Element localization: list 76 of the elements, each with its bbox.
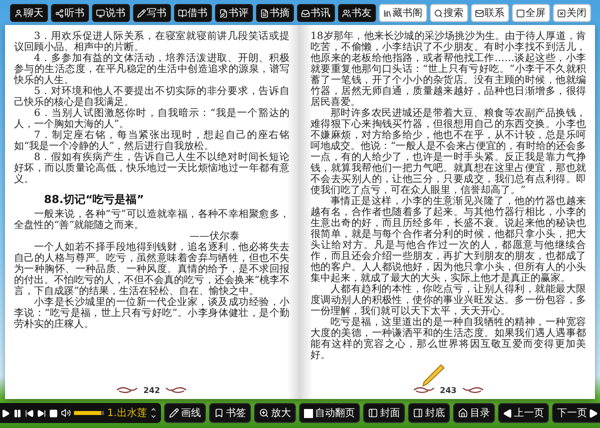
toolbar-button[interactable]: 书友 [338, 4, 376, 22]
page-number: 242 [143, 386, 160, 394]
toolbar-button[interactable]: 封面 [362, 403, 405, 423]
paragraph: 3．用欢乐促进人际关系，在寝室就寝前讲几段笑话或提议回顾小品、相声中的片断。 [14, 31, 290, 53]
square-icon [516, 8, 524, 18]
toolbar-button[interactable]: 书讯 [296, 4, 334, 22]
quote-attribution: ——伏尔泰 [188, 231, 240, 242]
document-icon [260, 8, 268, 18]
ornament-icon [165, 386, 188, 394]
file-pen-icon [218, 8, 228, 18]
volume-icon[interactable] [61, 408, 72, 418]
close-icon [556, 8, 566, 18]
book-icon [178, 8, 186, 18]
toolbar-button[interactable]: 藏书阁 [378, 4, 426, 22]
play-icon[interactable] [1, 408, 10, 418]
toolbar-button[interactable]: 封底 [408, 403, 450, 423]
pencil-cursor-icon [421, 363, 445, 387]
toolbar-button[interactable]: 书签 [208, 403, 251, 423]
ornament-icon [116, 386, 138, 394]
panel-right-icon [412, 408, 423, 418]
volume-slider[interactable] [74, 411, 104, 415]
skip-forward-icon[interactable] [37, 408, 46, 418]
toolbar-button[interactable]: 说书 [92, 4, 130, 22]
stop-icon[interactable] [49, 408, 58, 418]
ornament-icon [412, 386, 435, 394]
ornament-icon [462, 386, 484, 394]
left-triangle-icon [502, 408, 512, 418]
paragraph: 小李是长沙城里的一位新一代企业家，谈及成功经验，小李说：“吃亏是福，世上只有亏好吃”。小李身体健壮，是个勤劳朴实的庄稼人。 [14, 297, 290, 330]
monitor-icon [96, 8, 104, 18]
toolbar-button[interactable]: 听书 [50, 4, 88, 22]
paragraph: 8．假如有疾病产生，告诉自己人生不以绝对时间长短论好坏，而以质量论高低，快乐地过一天比烦恼地过一年都有意义。 [14, 152, 290, 185]
paragraph: 4．多参加有益的文体活动，培养活泼进取、开朗、积极参与的生活态度，在平凡稳定的生活中创造追求的源泉，谱写快乐的人生。 [14, 53, 290, 86]
mail-icon [474, 8, 484, 18]
home-icon [458, 408, 468, 418]
paragraph: 事情正是这样，小李的生意渐见兴隆了，他的竹器也越来越有名，合作者也随着多了起来。与其他竹器行相比，小李的生意出奇的好，而且历经多年，长盛不衰。说起来他的秘诀也很简单，就是与每个合作者分利的时候，他都只拿小头，把大头让给对方。凡是与他合作过一次的人，都愿意与他继续合作，而且还会介绍一些朋友，再扩大到朋友的朋友，也都成了他的客户。人人都说他好，因为他只拿小头，但所有人的小头集中起来，就成了最大的大头，实际上他才是真正的赢家。 [310, 196, 586, 284]
search-icon [434, 8, 442, 18]
library-icon [382, 8, 392, 18]
people-icon [342, 8, 350, 18]
toolbar-button[interactable]: 写书 [132, 4, 170, 22]
pause-icon[interactable] [13, 408, 22, 418]
paragraph: 那时许多农民进城还是带着大豆、粮食等农副产品换钱，难得狠下心来掏钱买竹器，但很想用自己的东西交换。小李也不嫌麻烦，对方给多给少，他也不在乎，从不计较，总是乐呵呵地成交。他说：“一般人是不会来占便宜的，有时给的还会多一点，有的人给少了，也许是一时手头紧。反正我是靠力气挣钱，就算我帮他们一把力气吧。就真想在这里占便宜，那也就不会去买别人的，让他三分，只要成交，我们总有点利得。即使我们吃了点亏，可在众人眼里，信誉却高了。” [310, 108, 586, 196]
tray-icon [300, 8, 310, 18]
toolbar-button[interactable]: 书评 [214, 4, 252, 22]
toolbar-button[interactable]: 聊天 [10, 4, 48, 22]
paragraph: 18岁那年，他来长沙城的采沙场挑沙为生。由于待人厚道，肯吃苦，不偷懒，小李结识了不少朋友。有时小李找不到活儿，他原来的老板给他指路，或者帮他找工作……谈起这些，小李就要重复他那句口头话：“世上只有亏好吃。”小李干不久就积蓄了一笔钱，开了个小小的杂货店。没有主顾的时候，他就编竹器，居然无师自通，质量越来越好，品种也日渐增多，很得居民喜爱。 [310, 31, 586, 108]
paragraph: 7．制定座右铭，每当紧张出现时，想起自己的座右铭如“我是一个冷静的人”，然后进行自我放松。 [14, 130, 290, 152]
page-number: 243 [440, 386, 457, 394]
track-title: 1.出水莲 [107, 406, 147, 420]
toolbar-button[interactable]: 放大 [254, 403, 296, 423]
person-icon [14, 8, 22, 18]
pencil-icon [168, 408, 179, 418]
pencil-icon [136, 8, 146, 18]
toolbar-button[interactable]: 目录 [452, 403, 495, 423]
panel-left-icon [368, 408, 378, 418]
toolbar-button[interactable]: 书摘 [256, 4, 294, 22]
toolbar-button[interactable]: 画线 [164, 403, 206, 423]
paragraph: 5．对环境和他人不要提出不切实际的非分要求，告诉自己快乐的核心是自我满足。 [14, 86, 290, 108]
right-triangle-icon [588, 408, 598, 418]
paragraph: 6．当别人试图激怒你时，自我暗示：“我是一个豁达的人，一个胸如大海的人”。 [14, 108, 290, 130]
bookmark-icon [214, 408, 224, 418]
auto-flip-checkbox[interactable]: 自动翻页 [298, 403, 360, 423]
skip-back-icon[interactable] [25, 408, 34, 418]
toolbar-button[interactable]: 全屏 [512, 4, 550, 22]
paragraph: 一个人如若不择手段地得到钱财，追名逐利，他必将失去自己的人格与尊严。吃亏，虽然意味着舍弃与牺牲，但也不失为一种胸怀、一种品质、一种风度。真情的给予，是不求回报的付出。不怕吃亏的人，不但不会真的吃亏，还会换来“桃李不言，下自成蹊”的结果，生活在轻松、自在、愉快之中。 [14, 242, 290, 297]
paragraph: 人都有趋利的本性，你吃点亏，让别人得利，就能最大限度调动别人的积极性，使你的事业兴旺发达。多一份包容，多一份理解，我们就可以天下太平，天天开心。 [310, 284, 586, 317]
toolbar-button[interactable]: 搜索 [430, 4, 468, 22]
paragraph: 吃亏是福，这里道出的是一种自我牺牲的精神，一种宽容大度的美德，一种谦洒平和的生活态度。如果我们遇人遇事都能有这样的宽容之心，那么世界将因互敬互爱而变得更加美好。 [310, 317, 586, 361]
section-heading: 88.切记“吃亏是福” [44, 193, 145, 206]
toolbar-button[interactable]: 关闭 [552, 4, 590, 22]
toolbar-button[interactable]: 联系 [470, 4, 508, 22]
prev-page-button[interactable]: 上一页 [498, 403, 549, 423]
zoom-in-icon [258, 408, 269, 418]
paragraph: 一般来说，各种“亏”可以造就幸福，各种不幸相聚愈多，全盘性的“善”就能随之而来。 [14, 209, 290, 231]
share-icon [54, 8, 64, 18]
toolbar-button[interactable]: 借书 [174, 4, 212, 22]
next-page-button[interactable]: 下一页 [552, 403, 600, 423]
